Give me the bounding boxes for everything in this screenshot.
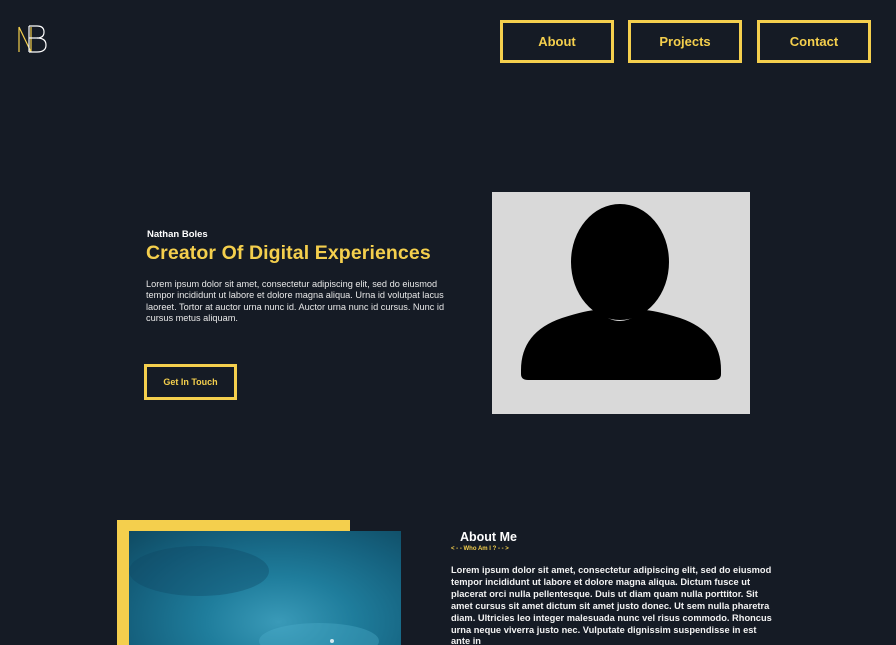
hero-description: Lorem ipsum dolor sit amet, consectetur … (146, 279, 445, 323)
hero-name: Nathan Boles (147, 229, 208, 240)
about-description: Lorem ipsum dolor sit amet, consectetur … (451, 565, 772, 645)
about-title: About Me (460, 530, 517, 544)
ocean-photo (129, 531, 401, 645)
nav-contact-button[interactable]: Contact (757, 20, 871, 63)
user-silhouette-icon (521, 204, 721, 380)
nb-logo-icon[interactable] (17, 24, 49, 54)
get-in-touch-button[interactable]: Get In Touch (144, 364, 237, 400)
avatar (492, 192, 750, 414)
about-subtitle: < - - Who Am I ? - - > (451, 546, 509, 552)
hero-title: Creator Of Digital Experiences (146, 242, 431, 264)
ocean-photo-art (129, 546, 379, 645)
nav-projects-button[interactable]: Projects (628, 20, 742, 63)
nav-about-button[interactable]: About (500, 20, 614, 63)
